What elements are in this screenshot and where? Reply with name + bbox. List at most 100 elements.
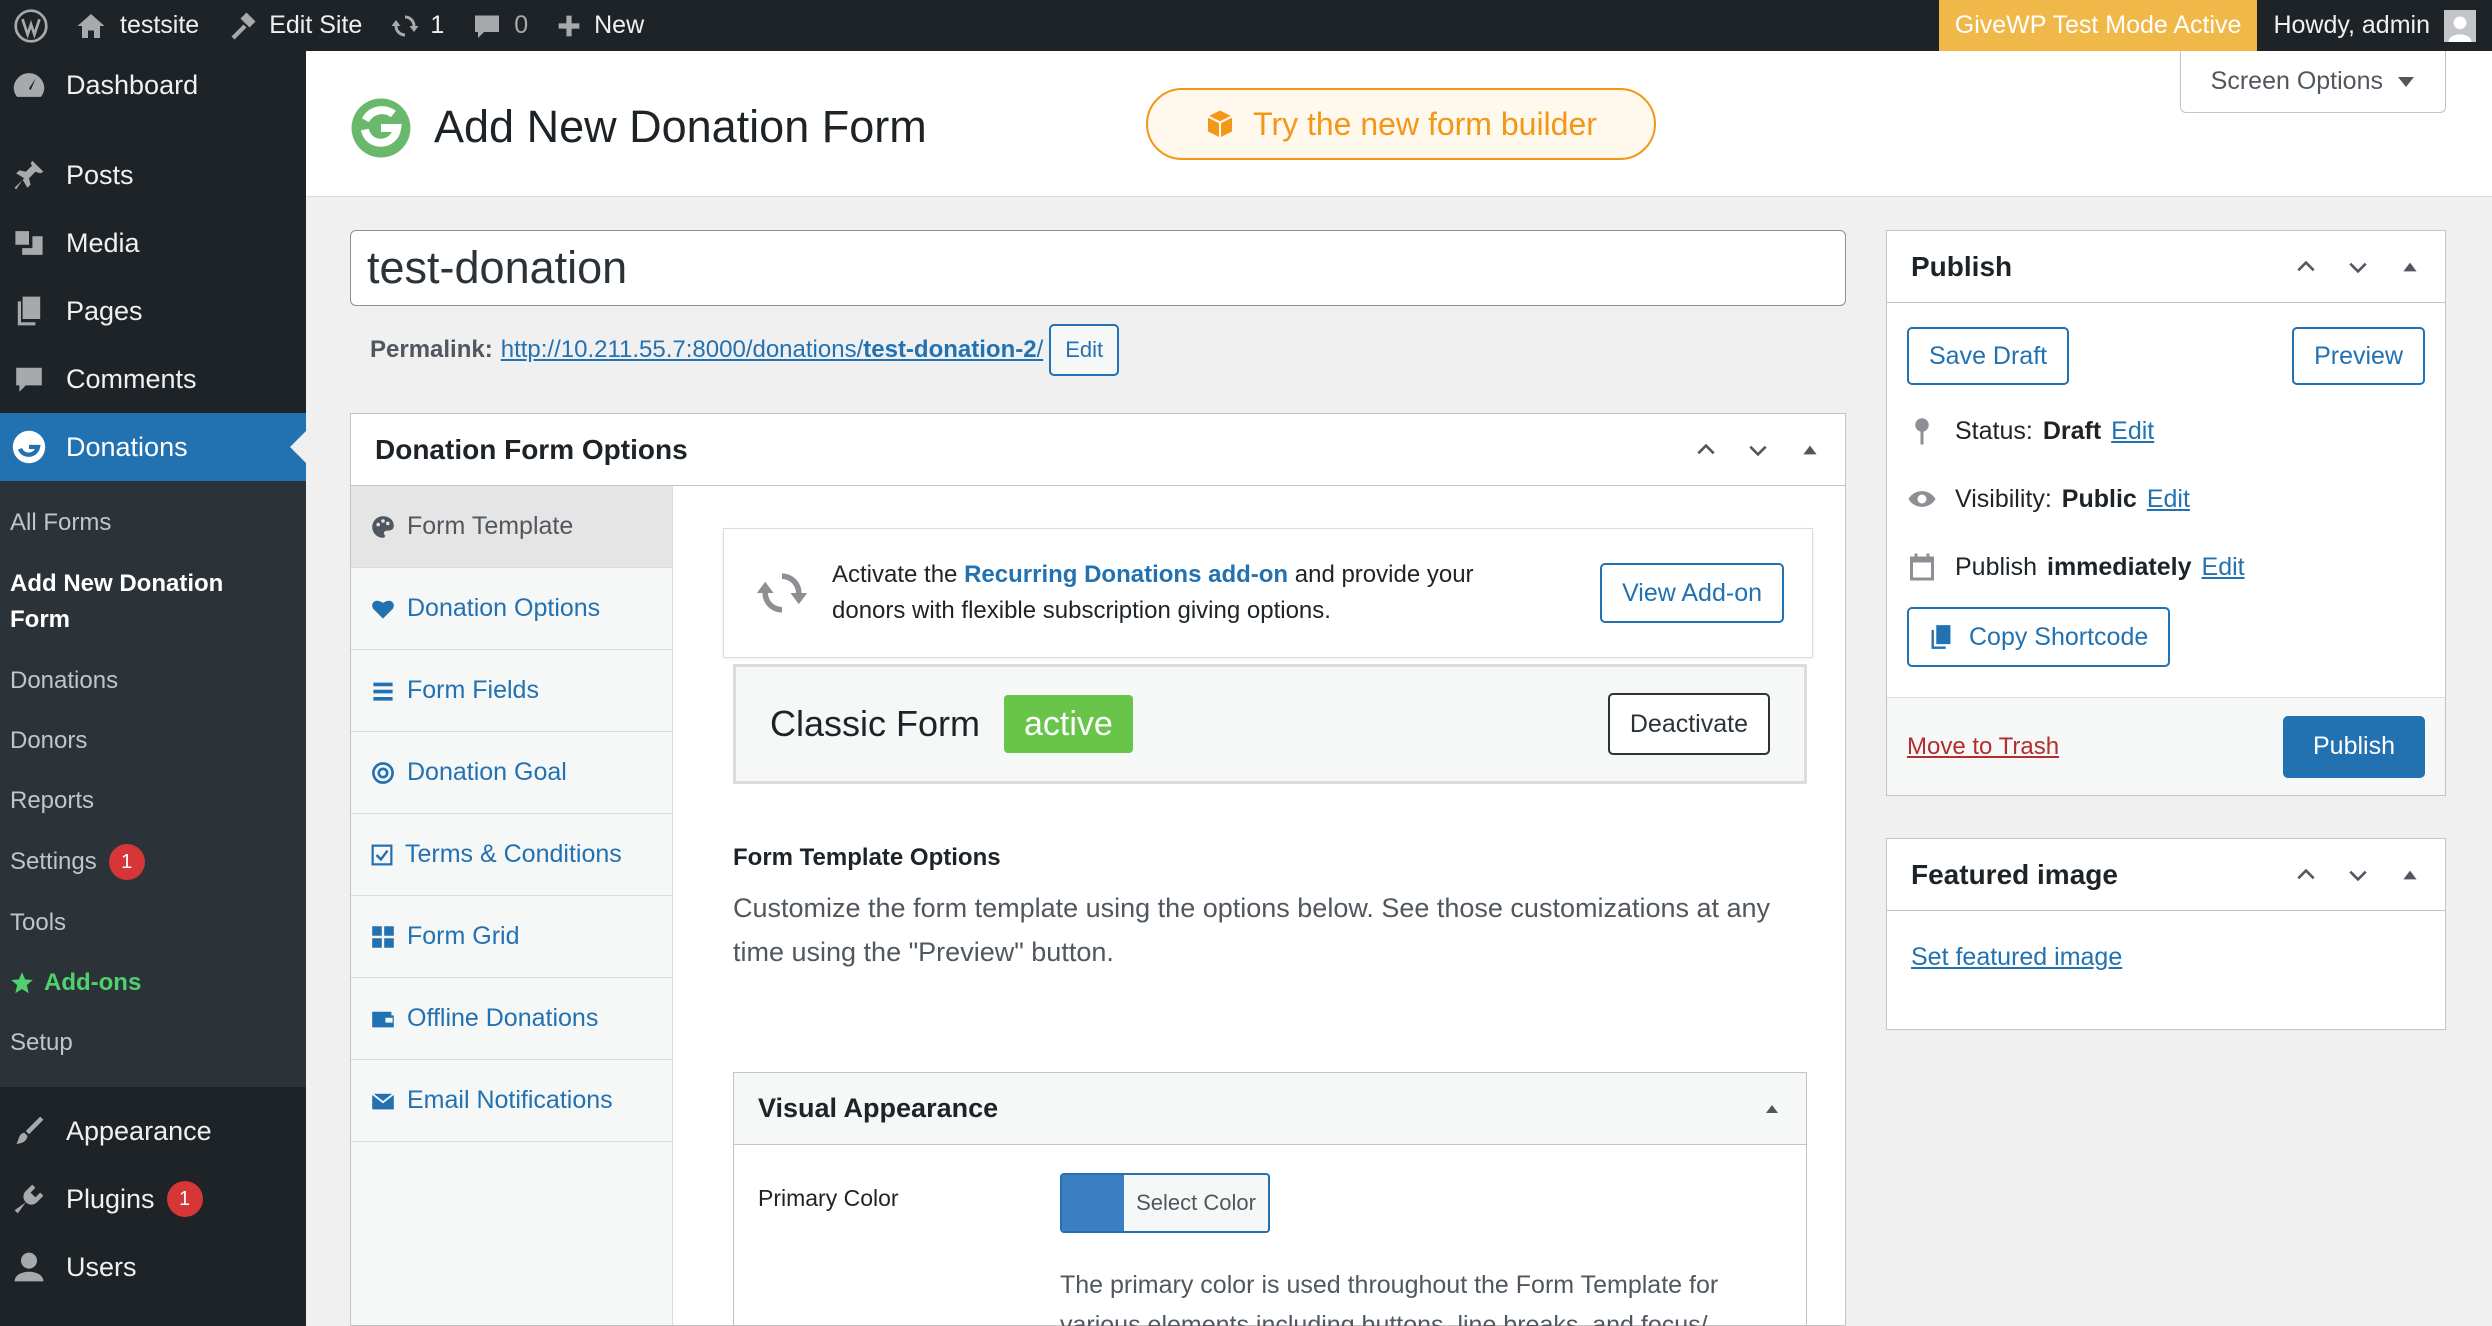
submenu-donors[interactable]: Donors [0,711,306,771]
set-featured-image-link[interactable]: Set featured image [1887,911,2445,1004]
menu-plugins[interactable]: Plugins 1 [0,1165,306,1233]
edit-site-link[interactable]: Edit Site [213,0,376,51]
plus-icon [558,15,580,36]
menu-appearance-label: Appearance [66,1115,212,1146]
collapse-triangle-icon[interactable] [1799,439,1821,461]
submenu-donations[interactable]: Donations [0,651,306,711]
submenu-reports[interactable]: Reports [0,771,306,831]
menu-dashboard[interactable]: Dashboard [0,51,306,119]
menu-posts[interactable]: Posts [0,141,306,209]
color-swatch [1062,1175,1124,1231]
permalink-trail: / [1036,336,1044,363]
deactivate-button[interactable]: Deactivate [1607,693,1770,755]
permalink-label: Permalink: [370,336,493,363]
screen-options-toggle[interactable]: Screen Options [2179,51,2446,113]
menu-users[interactable]: Users [0,1233,306,1301]
visual-appearance-header[interactable]: Visual Appearance [734,1073,1806,1145]
submenu-addons[interactable]: Add-ons [0,953,306,1013]
visibility-label: Visibility: [1955,484,2052,513]
list-lines-icon [373,682,393,701]
star-icon [11,972,33,994]
menu-media-label: Media [66,227,140,258]
my-account-menu[interactable]: Howdy, admin [2257,0,2492,51]
collapse-triangle-icon[interactable] [1762,1099,1782,1119]
collapse-triangle-icon[interactable] [2399,864,2421,886]
tab-form-grid[interactable]: Form Grid [351,896,672,978]
permalink-url[interactable]: http://10.211.55.7:8000/donations/test-d… [501,336,1044,364]
tab-donation-goal[interactable]: Donation Goal [351,732,672,814]
dashboard-gauge-icon [13,73,45,97]
new-content-link[interactable]: New [542,0,658,51]
collapse-triangle-icon[interactable] [2399,256,2421,278]
edit-visibility-link[interactable]: Edit [2147,485,2190,514]
tab-form-template[interactable]: Form Template [351,486,672,568]
page-title: Add New Donation Form [434,101,927,152]
permalink-base: http://10.211.55.7:8000/donations/ [500,336,864,363]
tab-terms-conditions[interactable]: Terms & Conditions [351,814,672,896]
menu-comments[interactable]: Comments [0,345,306,413]
site-name-link[interactable]: testsite [62,0,213,51]
menu-dashboard-label: Dashboard [66,69,199,100]
submenu-all-forms[interactable]: All Forms [0,493,306,553]
edit-status-link[interactable]: Edit [2111,417,2154,446]
publish-value: immediately [2047,552,2192,581]
publish-title: Publish [1911,250,2013,282]
edit-permalink-button[interactable]: Edit [1049,324,1120,376]
tab-form-fields[interactable]: Form Fields [351,650,672,732]
recurring-addon-link[interactable]: Recurring Donations add-on [964,561,1288,588]
move-to-trash-link[interactable]: Move to Trash [1907,733,2059,761]
edit-publish-date-link[interactable]: Edit [2202,553,2245,582]
primary-color-description: The primary color is used throughout the… [1060,1271,1719,1326]
updates-link[interactable]: 1 [376,0,458,51]
caret-down-icon [2398,76,2414,87]
post-title-input[interactable]: test-donation [350,230,1846,306]
submenu-setup[interactable]: Setup [0,1013,306,1073]
visual-appearance-title: Visual Appearance [758,1093,999,1123]
calendar-icon [1910,553,1934,581]
chevron-up-icon[interactable] [1695,439,1717,461]
tab-donation-options[interactable]: Donation Options [351,568,672,650]
form-template-options-desc: Customize the form template using the op… [733,893,1771,967]
comments-link[interactable]: 0 [458,0,542,51]
featured-image-header: Featured image [1887,839,2445,911]
try-form-builder-button[interactable]: Try the new form builder [1146,88,1656,160]
permalink-row: Permalink: http://10.211.55.7:8000/donat… [370,324,1120,376]
copy-shortcode-button[interactable]: Copy Shortcode [1907,607,2171,667]
submenu-tools[interactable]: Tools [0,893,306,953]
menu-pages[interactable]: Pages [0,277,306,345]
chevron-down-icon[interactable] [1747,439,1769,461]
tab-offline-donations[interactable]: Offline Donations [351,978,672,1060]
preview-button[interactable]: Preview [2292,327,2425,385]
view-addon-button[interactable]: View Add-on [1600,563,1784,623]
givewp-test-mode-notice[interactable]: GiveWP Test Mode Active [1938,0,2258,51]
chevron-down-icon[interactable] [2347,256,2369,278]
howdy-label: Howdy, admin [2273,11,2430,39]
site-name: testsite [120,11,200,39]
submenu-settings[interactable]: Settings 1 [0,831,306,893]
template-name: Classic Form [770,703,981,744]
menu-users-label: Users [66,1251,137,1282]
menu-media[interactable]: Media [0,209,306,277]
form-template-panel: Activate the Recurring Donations add-on … [673,486,1845,1326]
submenu-add-new-donation-form[interactable]: Add New Donation Form [0,553,260,651]
chevron-up-icon[interactable] [2295,864,2317,886]
refresh-icon [391,15,419,36]
pin-icon [1915,418,1929,445]
permalink-slug: test-donation-2 [863,336,1037,363]
save-draft-button[interactable]: Save Draft [1907,327,2070,385]
primary-color-picker[interactable]: Select Color [1060,1173,1270,1233]
comment-bubble-icon [475,15,500,38]
publish-box: Publish Save Draft Preview Status: Draft… [1886,230,2446,796]
menu-appearance[interactable]: Appearance [0,1097,306,1165]
wordpress-logo-icon[interactable] [0,0,62,51]
publish-button[interactable]: Publish [2283,715,2425,778]
chevron-down-icon[interactable] [2347,864,2369,886]
publish-date-row: Publish immediately Edit [1887,533,2445,601]
donation-form-options-title: Donation Form Options [375,433,688,465]
form-options-tabs: Form Template Donation Options Form Fiel… [351,486,673,1325]
menu-donations[interactable]: Donations [0,413,306,481]
tab-email-notifications[interactable]: Email Notifications [351,1060,672,1142]
givewp-logo-icon [351,98,411,158]
recurring-addon-notice: Activate the Recurring Donations add-on … [723,528,1813,658]
chevron-up-icon[interactable] [2295,256,2317,278]
